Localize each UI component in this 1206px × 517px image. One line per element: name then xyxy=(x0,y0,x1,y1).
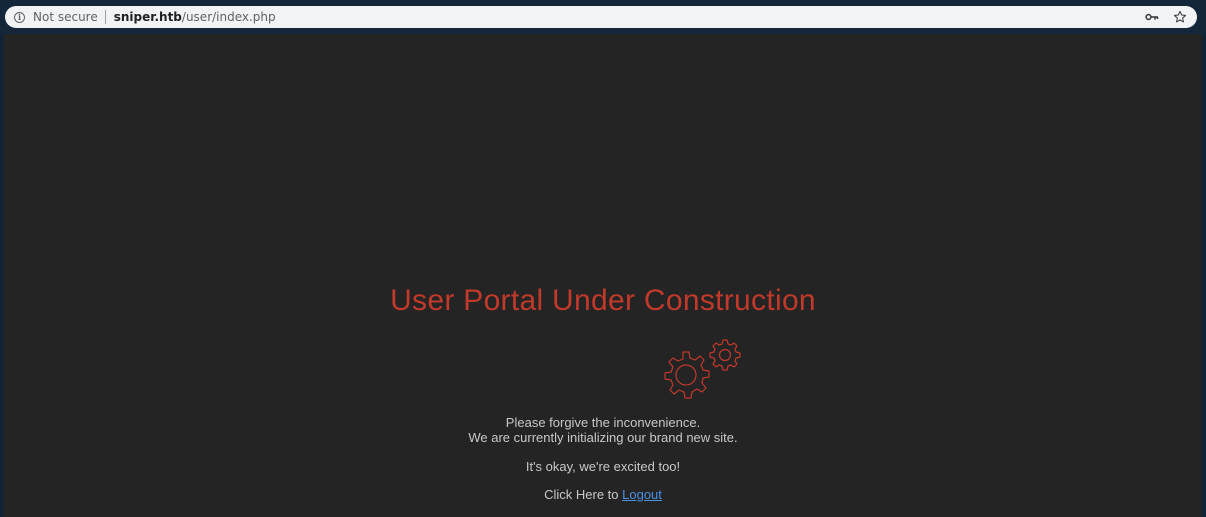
page-content: User Portal Under Construction Please fo… xyxy=(4,34,1202,517)
address-bar[interactable]: i Not secure sniper.htb/user/index.php xyxy=(5,6,1197,28)
page-title: User Portal Under Construction xyxy=(390,284,816,317)
key-icon[interactable] xyxy=(1145,10,1159,24)
url-path[interactable]: /user/index.php xyxy=(182,10,276,24)
browser-toolbar: i Not secure sniper.htb/user/index.php xyxy=(0,0,1206,34)
info-icon[interactable]: i xyxy=(14,11,25,23)
logout-link[interactable]: Logout xyxy=(622,487,662,502)
security-label[interactable]: Not secure xyxy=(33,10,98,24)
logout-prefix: Click Here to xyxy=(544,487,623,502)
browser-window: i Not secure sniper.htb/user/index.php U… xyxy=(0,0,1206,517)
star-icon[interactable] xyxy=(1173,10,1187,24)
apology-text: Please forgive the inconvenience. xyxy=(505,415,701,430)
gears-icon xyxy=(664,339,741,399)
url-host[interactable]: sniper.htb xyxy=(114,10,182,24)
excited-text: It's okay, we're excited too! xyxy=(525,459,681,474)
initializing-text: We are currently initializing our brand … xyxy=(468,430,738,445)
address-bar-actions xyxy=(1145,10,1187,24)
logout-line: Click Here to Logout xyxy=(4,487,1202,502)
address-divider xyxy=(104,10,106,24)
